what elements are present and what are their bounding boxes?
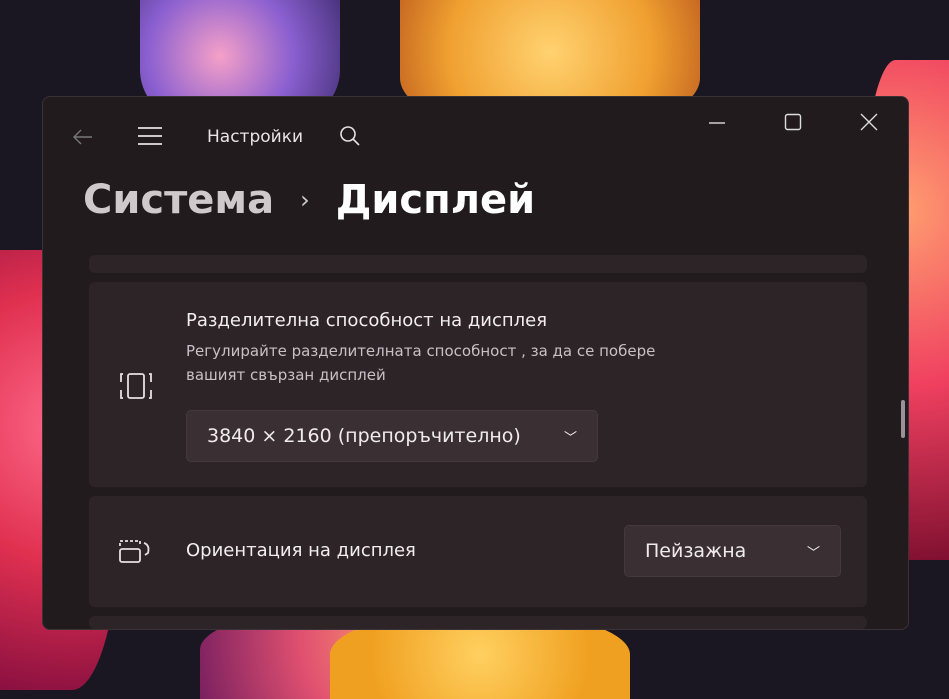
chevron-right-icon: › bbox=[300, 186, 310, 214]
menu-icon[interactable] bbox=[137, 125, 163, 147]
orientation-value: Пейзажна bbox=[645, 540, 747, 562]
resolution-card: Разделителна способност на дисплея Регул… bbox=[89, 282, 867, 487]
settings-window: Настройки Система › Дисплей Разделителна… bbox=[42, 96, 909, 630]
breadcrumb: Система › Дисплей bbox=[83, 177, 535, 223]
resolution-icon bbox=[120, 373, 152, 399]
search-icon[interactable] bbox=[338, 124, 362, 148]
orientation-icon bbox=[119, 540, 150, 563]
breadcrumb-parent[interactable]: Система bbox=[83, 177, 274, 223]
chevron-down-icon: ﹀ bbox=[563, 430, 577, 446]
next-setting-card[interactable] bbox=[89, 616, 867, 629]
resolution-dropdown[interactable]: 3840 × 2160 (препоръчително) ﹀ bbox=[186, 410, 598, 462]
chevron-down-icon: ﹀ bbox=[806, 545, 820, 561]
orientation-title: Ориентация на дисплея bbox=[186, 540, 416, 561]
resolution-title: Разделителна способност на дисплея bbox=[186, 310, 548, 331]
close-button[interactable] bbox=[860, 113, 878, 131]
scrollbar-thumb[interactable] bbox=[901, 400, 905, 438]
minimize-button[interactable] bbox=[707, 113, 727, 133]
page-title: Дисплей bbox=[335, 177, 536, 223]
resolution-value: 3840 × 2160 (препоръчително) bbox=[207, 425, 521, 447]
previous-setting-card[interactable] bbox=[89, 255, 867, 273]
title-bar: Настройки bbox=[43, 97, 908, 177]
orientation-dropdown[interactable]: Пейзажна ﹀ bbox=[624, 525, 841, 577]
app-title: Настройки bbox=[207, 127, 304, 147]
resolution-description: Регулирайте разделителната способност , … bbox=[186, 342, 656, 384]
maximize-button[interactable] bbox=[784, 113, 802, 131]
back-arrow-icon[interactable] bbox=[71, 125, 95, 149]
orientation-card: Ориентация на дисплея Пейзажна ﹀ bbox=[89, 496, 867, 607]
